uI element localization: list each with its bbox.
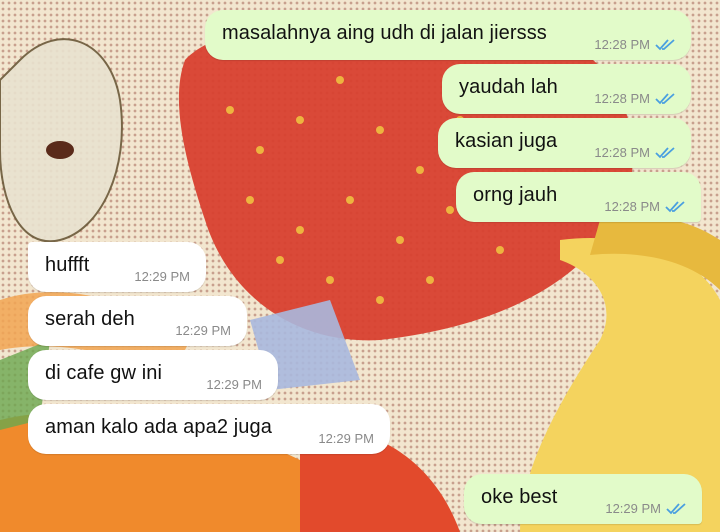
message-time: 12:29 PM	[605, 501, 661, 516]
message-text: huffft	[45, 254, 90, 276]
message-time: 12:29 PM	[134, 269, 190, 284]
message-text: aman kalo ada apa2 juga	[45, 416, 272, 438]
message-bubble-outgoing[interactable]: yaudah lah 12:28 PM	[442, 64, 691, 114]
message-text: masalahnya aing udh di jalan jiersss	[222, 22, 547, 44]
message-bubble-incoming[interactable]: serah deh 12:29 PM	[28, 296, 247, 346]
message-bubble-incoming[interactable]: aman kalo ada apa2 juga 12:29 PM	[28, 404, 390, 454]
message-time: 12:29 PM	[206, 377, 262, 392]
message-time: 12:28 PM	[594, 91, 650, 106]
message-time: 12:28 PM	[604, 199, 660, 214]
read-double-check-icon	[666, 503, 686, 515]
read-double-check-icon	[665, 201, 685, 213]
message-bubble-incoming[interactable]: huffft 12:29 PM	[28, 242, 206, 292]
message-bubble-outgoing[interactable]: oke best 12:29 PM	[464, 474, 702, 524]
read-double-check-icon	[655, 39, 675, 51]
read-double-check-icon	[655, 93, 675, 105]
message-text: serah deh	[45, 308, 135, 330]
read-double-check-icon	[655, 147, 675, 159]
message-time: 12:28 PM	[594, 145, 650, 160]
message-text: di cafe gw ini	[45, 362, 163, 384]
message-bubble-incoming[interactable]: di cafe gw ini 12:29 PM	[28, 350, 278, 400]
message-text: kasian juga	[455, 130, 558, 152]
message-bubble-outgoing[interactable]: masalahnya aing udh di jalan jiersss 12:…	[205, 10, 691, 60]
message-time: 12:29 PM	[175, 323, 231, 338]
message-time: 12:28 PM	[594, 37, 650, 52]
message-bubble-outgoing[interactable]: orng jauh 12:28 PM	[456, 172, 701, 222]
message-text: yaudah lah	[459, 76, 558, 98]
message-bubble-outgoing[interactable]: kasian juga 12:28 PM	[438, 118, 691, 168]
message-time: 12:29 PM	[318, 431, 374, 446]
message-text: oke best	[481, 486, 558, 508]
message-list[interactable]: masalahnya aing udh di jalan jiersss 12:…	[0, 0, 720, 532]
message-text: orng jauh	[473, 184, 558, 206]
